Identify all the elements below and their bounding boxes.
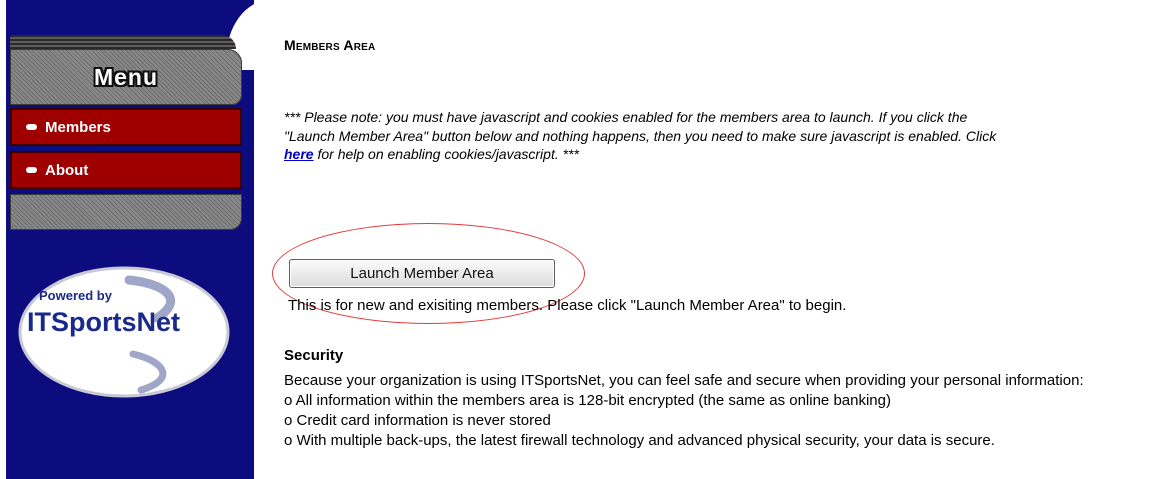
menu-cap bbox=[10, 35, 236, 49]
menu-title: Menu bbox=[93, 63, 159, 90]
security-intro: Because your organization is using ITSpo… bbox=[284, 372, 1084, 389]
launch-description: This is for new and exisiting members. P… bbox=[288, 297, 847, 314]
note-text: *** Please note: you must have javascrip… bbox=[284, 109, 997, 144]
page-title: Members Area bbox=[284, 37, 376, 53]
security-heading: Security bbox=[284, 347, 344, 364]
bullet-icon bbox=[26, 124, 37, 130]
list-item: o Credit card information is never store… bbox=[284, 412, 551, 429]
security-list: o All information within the members are… bbox=[284, 391, 1154, 451]
note-text-end: for help on enabling cookies/javascript.… bbox=[313, 146, 579, 162]
sidebar-item-label: About bbox=[45, 161, 89, 179]
sidebar-item-members[interactable]: Members bbox=[10, 108, 242, 146]
security-section: Because your organization is using ITSpo… bbox=[284, 371, 1154, 451]
list-item: o All information within the members are… bbox=[284, 392, 891, 409]
javascript-note: *** Please note: you must have javascrip… bbox=[284, 108, 1004, 164]
help-link[interactable]: here bbox=[284, 146, 314, 162]
itsportsnet-logo: Powered by ITSportsNet bbox=[18, 266, 230, 398]
logo-brand: ITSportsNet bbox=[27, 307, 180, 337]
menu-header: Menu bbox=[10, 49, 242, 105]
menu-footer bbox=[10, 194, 242, 230]
sidebar-item-about[interactable]: About bbox=[10, 151, 242, 189]
launch-member-area-button[interactable]: Launch Member Area bbox=[289, 259, 555, 288]
sidebar-item-label: Members bbox=[45, 118, 111, 136]
logo-powered-by: Powered by bbox=[39, 288, 113, 303]
list-item: o With multiple back-ups, the latest fir… bbox=[284, 432, 995, 449]
bullet-icon bbox=[26, 167, 37, 173]
